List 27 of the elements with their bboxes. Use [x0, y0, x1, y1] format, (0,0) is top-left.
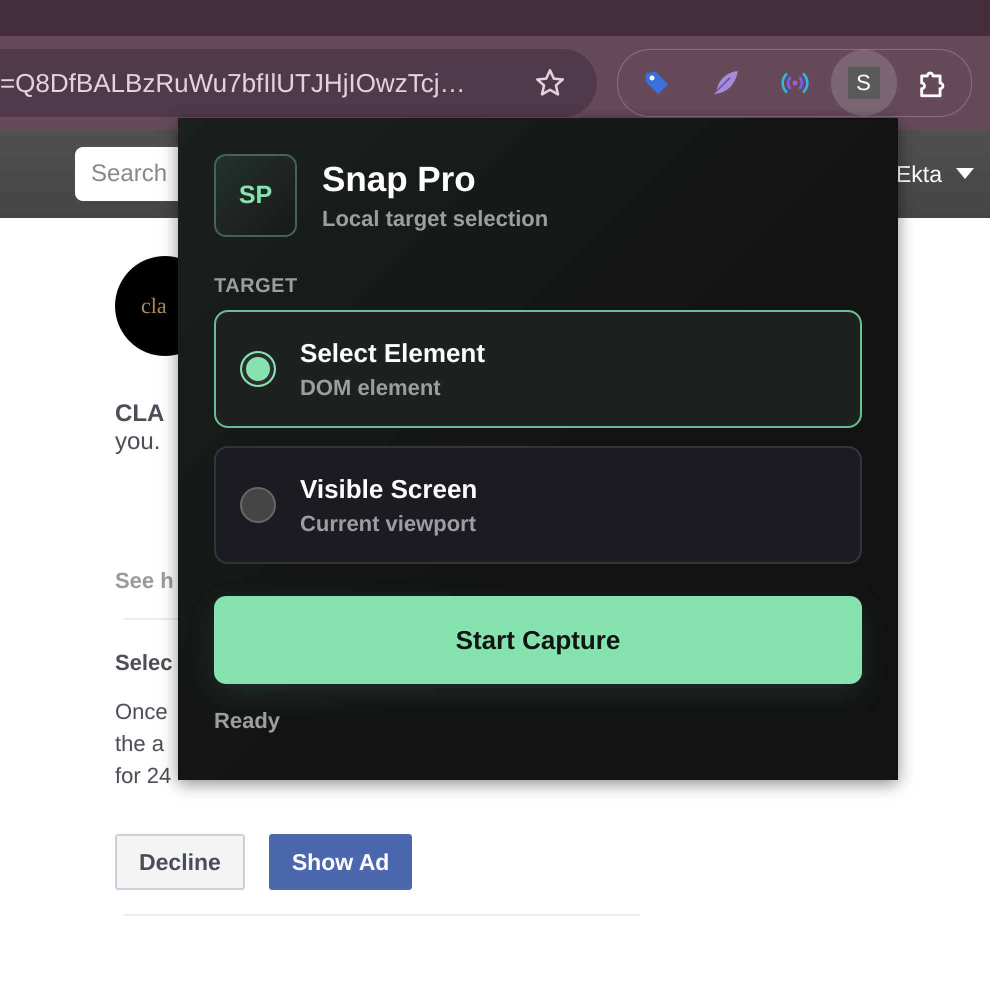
section-label: TARGET: [214, 275, 299, 298]
logo-text: cla: [141, 293, 167, 319]
decline-button[interactable]: Decline: [115, 834, 245, 890]
radio-button[interactable]: [240, 487, 276, 523]
option-subtitle: DOM element: [300, 374, 442, 400]
section-title: Selec: [115, 650, 174, 676]
paragraph-line: for 24: [115, 762, 172, 790]
user-menu[interactable]: Ekta: [896, 160, 974, 188]
address-bar[interactable]: =Q8DfBALBzRuWu7bfIlUTJHjIOwzTcj…: [0, 49, 597, 117]
app-logo: SP: [214, 154, 297, 237]
option-subtitle: Current viewport: [300, 510, 478, 536]
paragraph-line: Once: [115, 698, 168, 726]
popup-title: Snap Pro: [322, 160, 477, 200]
status-text: Ready: [214, 708, 282, 734]
target-option[interactable]: Select Element DOM element: [214, 310, 862, 428]
start-capture-button[interactable]: Start Capture: [214, 596, 862, 684]
popup-subtitle: Local target selection: [322, 206, 548, 232]
post-title: CLA: [115, 400, 166, 428]
show-ad-button[interactable]: Show Ad: [268, 834, 412, 890]
extension-button[interactable]: S: [830, 50, 896, 116]
post-text: you.: [115, 428, 162, 456]
paragraph-line: the a: [115, 730, 164, 758]
option-title: Select Element: [300, 338, 485, 368]
caret-icon: [956, 168, 974, 180]
option-title: Visible Screen: [300, 474, 478, 504]
url-text: =Q8DfBALBzRuWu7bfIlUTJHjIOwzTcj…: [0, 68, 466, 98]
target-option[interactable]: Visible Screen Current viewport: [214, 446, 862, 564]
